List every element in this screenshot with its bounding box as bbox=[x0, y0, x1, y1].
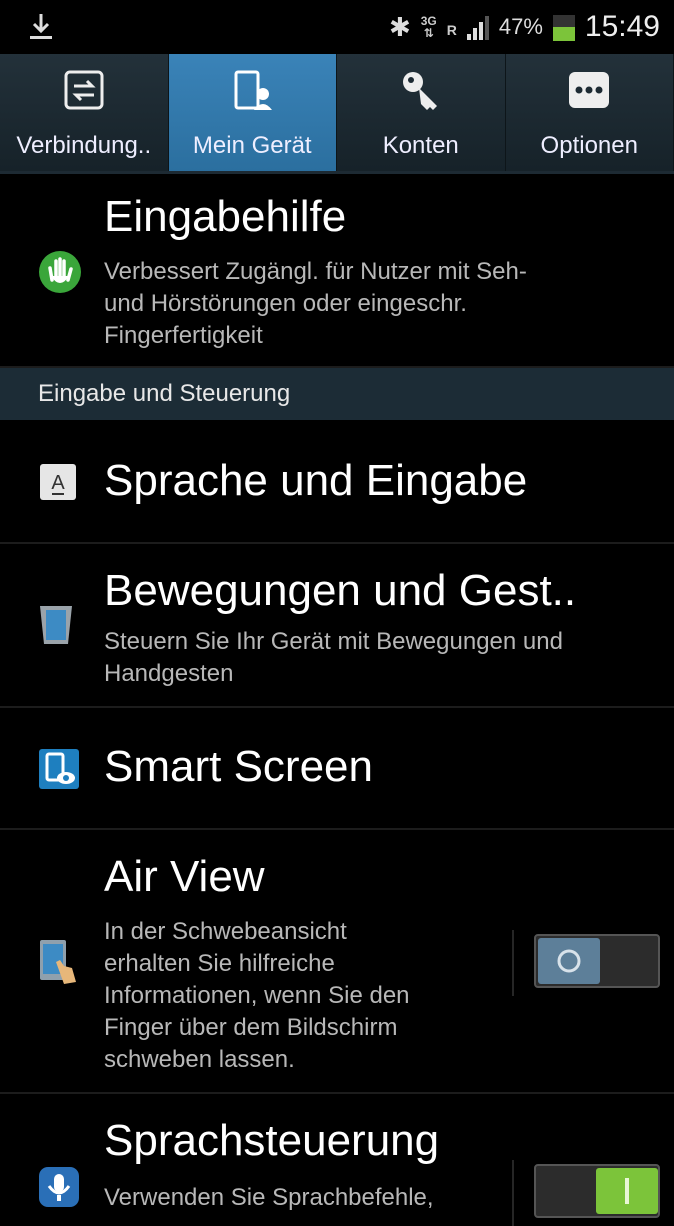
item-title: Sprachsteuerung bbox=[104, 1116, 439, 1166]
settings-tab-bar: Verbindung.. Mein Gerät Konten Optionen bbox=[0, 54, 674, 174]
clock: 15:49 bbox=[585, 10, 660, 44]
battery-icon bbox=[553, 13, 575, 41]
tab-accounts[interactable]: Konten bbox=[337, 54, 506, 171]
description-line: Finger über dem Bildschirm bbox=[104, 1012, 484, 1044]
toggle-knob bbox=[596, 1168, 658, 1214]
tab-options[interactable]: Optionen bbox=[506, 54, 674, 171]
hand-icon bbox=[38, 250, 82, 294]
svg-text:A: A bbox=[51, 472, 65, 494]
item-description: Verwenden Sie Sprachbefehle, bbox=[104, 1182, 434, 1214]
tab-connections[interactable]: Verbindung.. bbox=[0, 54, 169, 171]
description-line: Verbessert Zugängl. für Nutzer mit Seh- bbox=[104, 256, 527, 288]
item-title: Air View bbox=[104, 852, 265, 902]
tab-label: Mein Gerät bbox=[193, 132, 312, 160]
network-type-indicator: 3G ⇅ bbox=[421, 15, 437, 39]
description-line: Steuern Sie Ihr Gerät mit Bewegungen und bbox=[104, 626, 563, 658]
list-item-language-input[interactable]: A Sprache und Eingabe bbox=[0, 420, 674, 544]
connections-icon bbox=[58, 64, 110, 116]
air-view-icon bbox=[38, 938, 78, 986]
toggle-knob bbox=[538, 938, 600, 984]
list-item-smart-screen[interactable]: Smart Screen bbox=[0, 708, 674, 830]
tab-my-device[interactable]: Mein Gerät bbox=[169, 54, 338, 171]
more-options-icon bbox=[563, 64, 615, 116]
item-title: Smart Screen bbox=[104, 742, 373, 792]
key-icon bbox=[395, 64, 447, 116]
air-view-toggle[interactable] bbox=[534, 934, 660, 988]
description-line: und Hörstörungen oder eingeschr. bbox=[104, 288, 527, 320]
battery-percent: 47% bbox=[499, 14, 543, 40]
description-line: schweben lassen. bbox=[104, 1044, 484, 1076]
description-line: Verwenden Sie Sprachbefehle, bbox=[104, 1182, 434, 1214]
description-line: erhalten Sie hilfreiche bbox=[104, 948, 484, 980]
smart-screen-icon bbox=[38, 748, 80, 790]
item-description: In der Schwebeansicht erhalten Sie hilfr… bbox=[104, 916, 484, 1076]
motion-phone-icon bbox=[38, 600, 74, 646]
tab-label: Konten bbox=[383, 132, 459, 160]
status-bar: ✱ 3G ⇅ R 47% 15:49 bbox=[0, 0, 674, 54]
tab-label: Optionen bbox=[541, 132, 638, 160]
data-arrows-icon: ⇅ bbox=[421, 27, 437, 39]
list-item-air-view[interactable]: Air View In der Schwebeansicht erhalten … bbox=[0, 830, 674, 1094]
description-line: Informationen, wenn Sie den bbox=[104, 980, 484, 1012]
description-line: Fingerfertigkeit bbox=[104, 320, 527, 352]
download-icon bbox=[30, 14, 52, 40]
toggle-divider bbox=[512, 1160, 514, 1226]
roaming-label: R bbox=[447, 22, 457, 38]
description-line: Handgesten bbox=[104, 658, 563, 690]
keyboard-icon: A bbox=[38, 462, 78, 502]
tab-label: Verbindung.. bbox=[16, 132, 151, 160]
microphone-icon bbox=[38, 1166, 80, 1208]
toggle-divider bbox=[512, 930, 514, 996]
list-item-accessibility[interactable]: Eingabehilfe Verbessert Zugängl. für Nut… bbox=[0, 174, 674, 368]
section-header: Eingabe und Steuerung bbox=[0, 368, 674, 420]
list-item-voice-control[interactable]: Sprachsteuerung Verwenden Sie Sprachbefe… bbox=[0, 1094, 674, 1214]
list-item-motions-gestures[interactable]: Bewegungen und Gest.. Steuern Sie Ihr Ge… bbox=[0, 544, 674, 708]
description-line: In der Schwebeansicht bbox=[104, 916, 484, 948]
signal-icon bbox=[467, 14, 489, 40]
item-title: Bewegungen und Gest.. bbox=[104, 566, 576, 616]
item-description: Verbessert Zugängl. für Nutzer mit Seh- … bbox=[104, 256, 527, 352]
settings-list: Eingabehilfe Verbessert Zugängl. für Nut… bbox=[0, 174, 674, 1214]
my-device-icon bbox=[226, 64, 278, 116]
voice-control-toggle[interactable] bbox=[534, 1164, 660, 1218]
item-description: Steuern Sie Ihr Gerät mit Bewegungen und… bbox=[104, 626, 563, 690]
item-title: Sprache und Eingabe bbox=[104, 456, 527, 506]
item-title: Eingabehilfe bbox=[104, 192, 346, 242]
bluetooth-icon: ✱ bbox=[389, 12, 411, 43]
